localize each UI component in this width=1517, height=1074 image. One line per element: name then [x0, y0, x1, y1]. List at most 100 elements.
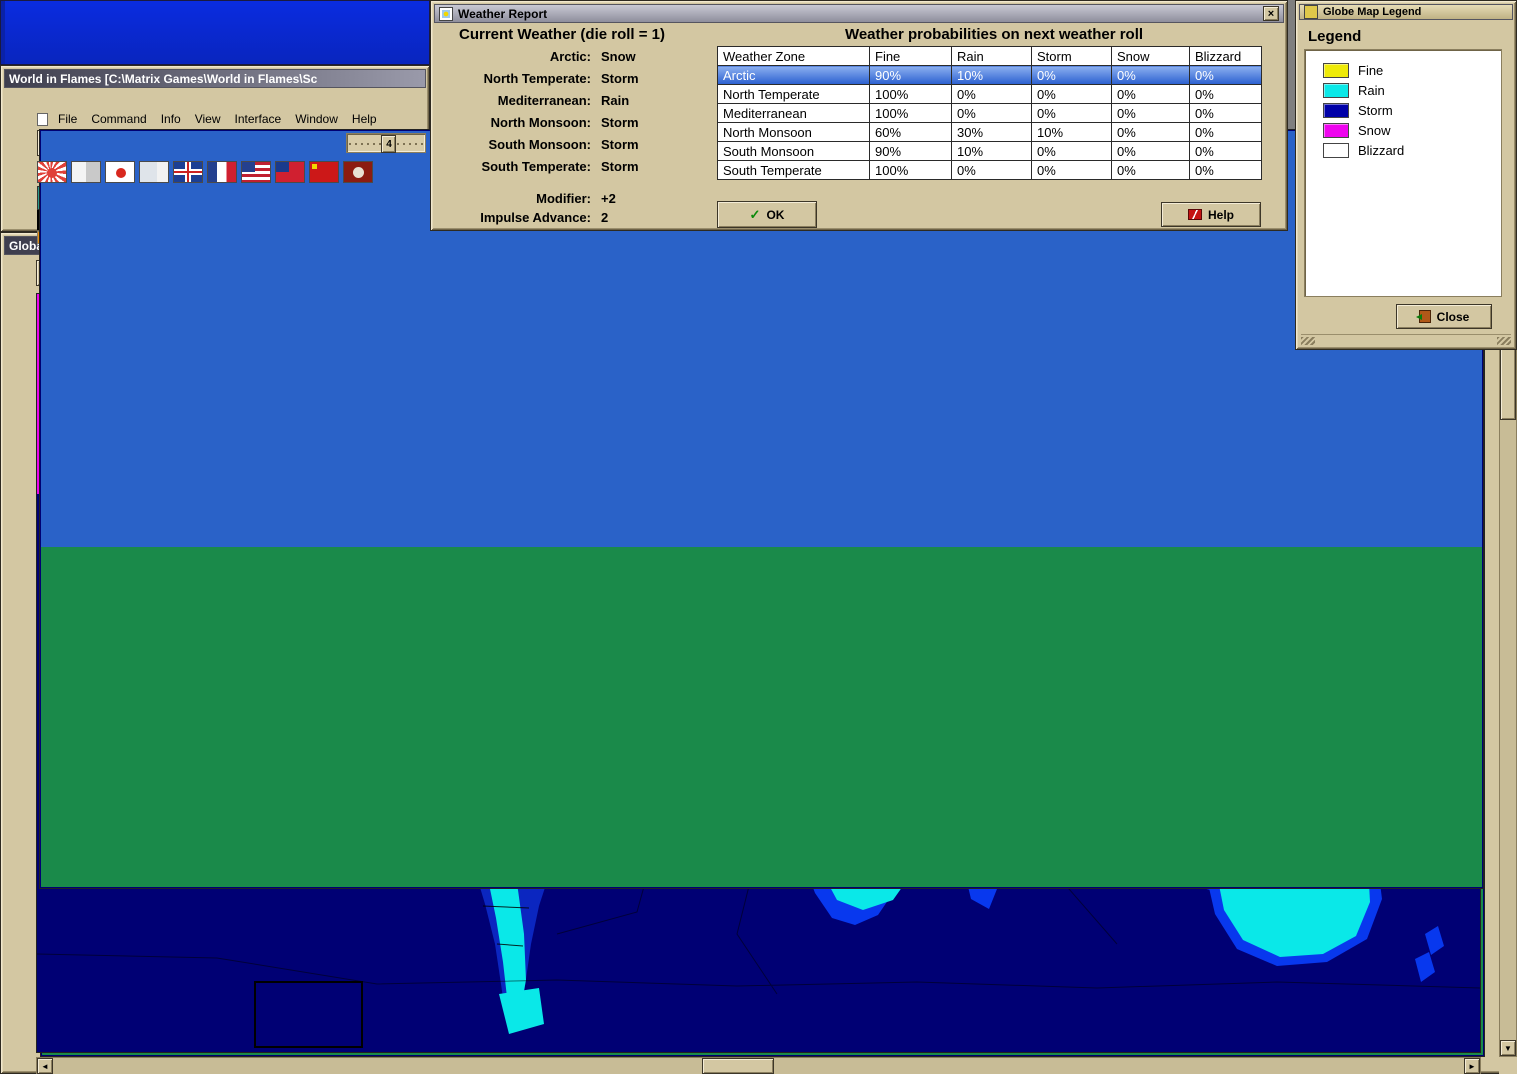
usa-flag-icon[interactable] — [241, 161, 271, 183]
menu-item-view[interactable]: View — [195, 112, 221, 126]
prob-row-mediterranean[interactable]: Mediterranean 100% 0% 0% 0% 0% — [717, 103, 1262, 123]
prob-value-cell: 0% — [951, 160, 1032, 180]
prob-value-cell: 90% — [869, 65, 952, 85]
main-title: World in Flames [C:\Matrix Games\World i… — [9, 71, 318, 86]
prob-value-cell: 10% — [951, 141, 1032, 161]
help-label: Help — [1207, 207, 1234, 222]
ok-button[interactable]: OK — [717, 201, 817, 228]
prob-value-cell: 0% — [1189, 65, 1262, 85]
prob-zone-cell: Arctic — [717, 65, 870, 85]
vichy-france-flag-icon[interactable] — [139, 161, 169, 183]
document-icon — [37, 112, 48, 126]
impulse-advance-value: 2 — [601, 209, 609, 225]
impulse-advance-label: Impulse Advance: — [480, 209, 591, 225]
legend-item-label: Rain — [1358, 82, 1385, 98]
modifier-label: Modifier: — [536, 190, 591, 206]
menu-item-help[interactable]: Help — [352, 112, 377, 126]
help-button[interactable]: Help — [1161, 202, 1261, 227]
menu-item-command[interactable]: Command — [91, 112, 146, 126]
legend-close-label: Close — [1436, 309, 1470, 324]
scroll-right-arrow-icon[interactable] — [1464, 1058, 1480, 1074]
prob-value-cell: 10% — [1031, 122, 1112, 142]
prob-value-cell: 0% — [1031, 65, 1112, 85]
menu-bar-items: File Command Info View Interface Window Help — [58, 112, 377, 126]
legend-titlebar[interactable]: Globe Map Legend — [1299, 4, 1513, 20]
app-window-icon — [39, 129, 1484, 889]
current-weather-row: North Temperate: Storm — [431, 67, 639, 89]
uk-flag-icon[interactable] — [173, 161, 203, 183]
snow-swatch — [1323, 122, 1349, 138]
weather-zone-label: North Temperate: — [483, 70, 591, 86]
prob-value-cell: 0% — [1189, 103, 1262, 123]
menu-item-interface[interactable]: Interface — [235, 112, 282, 126]
menu-item-file[interactable]: File — [58, 112, 77, 126]
japan-army-flag-icon[interactable] — [37, 161, 67, 183]
weather-zone-label: South Monsoon: — [488, 136, 591, 152]
scroll-down-arrow-icon[interactable] — [1500, 1040, 1516, 1056]
prob-row-south-temperate[interactable]: South Temperate 100% 0% 0% 0% 0% — [717, 160, 1262, 180]
weather-zone-label: South Temperate: — [481, 158, 591, 174]
map-horizontal-scrollbar[interactable] — [36, 1057, 1481, 1074]
menu-item-window[interactable]: Window — [295, 112, 338, 126]
prob-value-cell: 60% — [869, 122, 952, 142]
zoom-slider[interactable]: 4 — [346, 133, 426, 153]
weather-report-titlebar[interactable]: Weather Report — [434, 4, 1284, 23]
weather-zone-value: Storm — [601, 114, 639, 130]
prob-value-cell: 90% — [869, 141, 952, 161]
prob-value-cell: 0% — [1189, 141, 1262, 161]
current-weather-row: South Temperate: Storm — [431, 155, 639, 177]
zoom-slider-thumb[interactable]: 4 — [381, 135, 397, 153]
weather-zone-label: North Monsoon: — [490, 114, 591, 130]
prob-value-cell: 100% — [869, 84, 952, 104]
legend-heading: Legend — [1308, 28, 1362, 45]
zoom-value: 4 — [386, 138, 392, 150]
help-book-icon — [1187, 209, 1202, 220]
prob-value-cell: 0% — [1111, 141, 1190, 161]
menu-bar: File Command Info View Interface Window Help — [4, 110, 426, 128]
legend-item-fine: Fine — [1323, 60, 1501, 80]
prob-zone-cell: Mediterranean — [717, 103, 870, 123]
japan-flag-icon[interactable] — [105, 161, 135, 183]
current-weather-row: Mediterranean: Rain — [431, 89, 639, 111]
weather-zone-value: Storm — [601, 158, 639, 174]
prob-row-north-monsoon[interactable]: North Monsoon 60% 30% 10% 0% 0% — [717, 122, 1262, 142]
weather-zone-value: Snow — [601, 48, 636, 64]
weather-window-icon — [439, 6, 453, 21]
weather-probability-table: Weather Zone Fine Rain Storm Snow Blizzard Ar… — [717, 46, 1262, 180]
probabilities-heading: Weather probabilities on next weather ro… — [844, 26, 1144, 43]
weather-zone-value: Rain — [601, 92, 630, 108]
current-weather-row: South Monsoon: Storm — [431, 133, 638, 155]
table-header-row: Weather Zone Fine Rain Storm Snow Blizzard — [717, 46, 1262, 66]
prob-value-cell: 0% — [1031, 84, 1112, 104]
horizontal-scroll-thumb[interactable] — [702, 1058, 774, 1074]
china-flag-icon[interactable] — [275, 161, 305, 183]
prob-zone-cell: North Temperate — [717, 84, 870, 104]
ussr-flag-icon[interactable] — [309, 161, 339, 183]
prob-column-header: Rain — [951, 46, 1032, 66]
prob-value-cell: 0% — [1189, 160, 1262, 180]
map-vertical-scrollbar[interactable] — [1499, 291, 1517, 1057]
prob-column-header: Weather Zone — [717, 46, 870, 66]
menu-item-info[interactable]: Info — [161, 112, 181, 126]
prob-column-header: Snow — [1111, 46, 1190, 66]
legend-close-button[interactable]: Close — [1396, 304, 1492, 329]
prob-row-arctic[interactable]: Arctic 90% 10% 0% 0% 0% — [717, 65, 1262, 85]
weather-zone-label: Arctic: — [549, 48, 591, 64]
prob-value-cell: 0% — [1031, 103, 1112, 123]
prob-value-cell: 0% — [1031, 160, 1112, 180]
prob-value-cell: 30% — [951, 122, 1032, 142]
prob-zone-cell: South Monsoon — [717, 141, 870, 161]
main-titlebar[interactable]: World in Flames [C:\Matrix Games\World i… — [4, 69, 1484, 889]
legend-item-snow: Snow — [1323, 120, 1501, 140]
prob-row-north-temperate[interactable]: North Temperate 100% 0% 0% 0% 0% — [717, 84, 1262, 104]
modifier-row: Modifier: +2 — [431, 189, 616, 207]
close-icon[interactable] — [1263, 6, 1279, 21]
prob-row-south-monsoon[interactable]: South Monsoon 90% 10% 0% 0% 0% — [717, 141, 1262, 161]
italy-flag-icon[interactable] — [71, 161, 101, 183]
prob-value-cell: 0% — [951, 84, 1032, 104]
legend-resize-grip[interactable] — [1301, 334, 1511, 345]
legend-item-label: Snow — [1358, 122, 1391, 138]
scroll-left-arrow-icon[interactable] — [37, 1058, 53, 1074]
free-france-flag-icon[interactable] — [207, 161, 237, 183]
japan-navy-flag-icon[interactable] — [343, 161, 373, 183]
